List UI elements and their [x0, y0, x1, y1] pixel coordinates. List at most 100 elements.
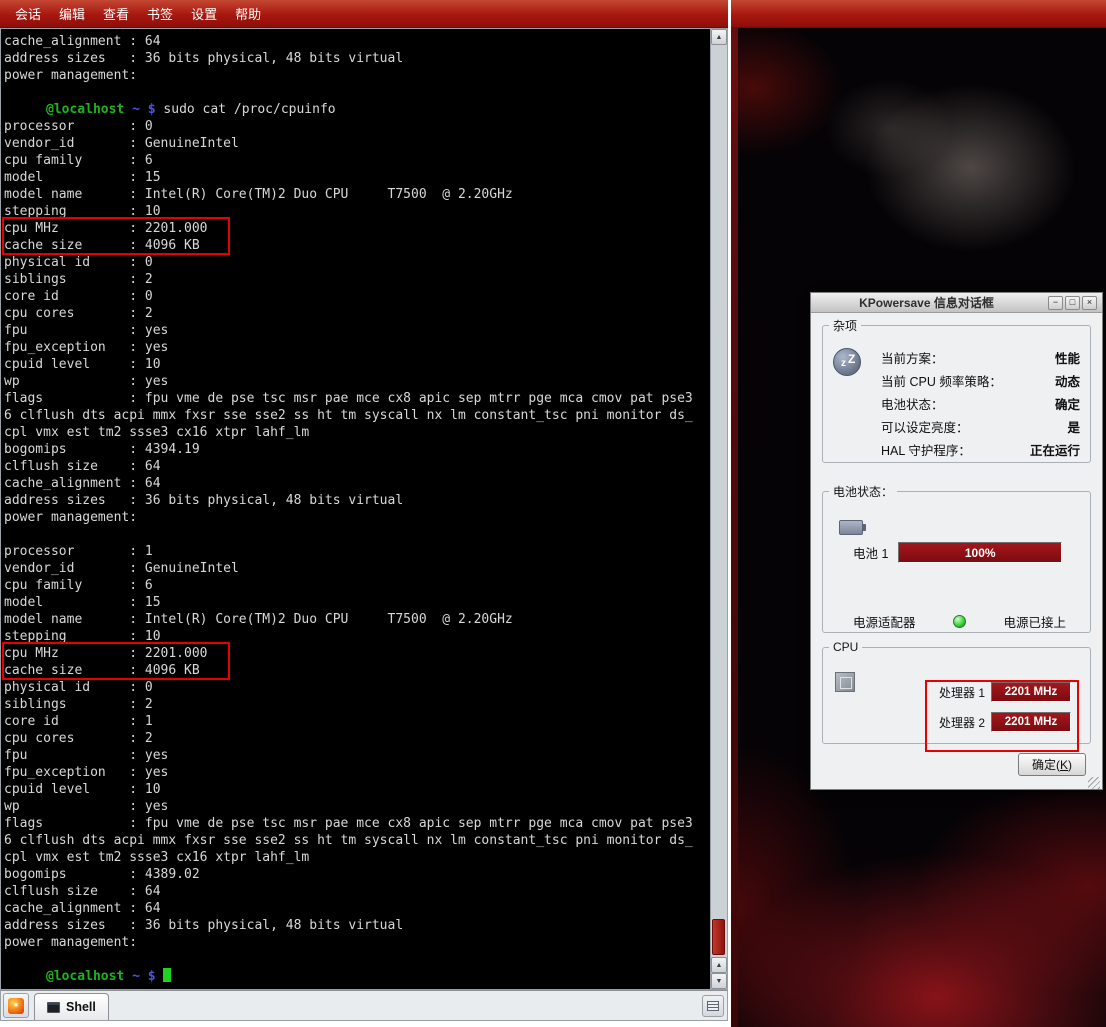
ok-button[interactable]: 确定(K) — [1018, 753, 1086, 776]
menu-item-5[interactable]: 设置 — [182, 4, 226, 23]
terminal-line: cache_alignment : 64 — [4, 475, 710, 492]
cpu-frequency-bar: 2201 MHz — [991, 712, 1071, 732]
terminal-line: flags : fpu vme de pse tsc msr pae mce c… — [4, 815, 710, 832]
terminal-line — [4, 951, 710, 968]
cpu-row-1: 处理器 12201 MHz — [939, 682, 1071, 702]
info-label: 当前方案： — [881, 348, 944, 367]
terminal-line: siblings : 2 — [4, 696, 710, 713]
menu-item-4[interactable]: 书签 — [138, 4, 182, 23]
censored-username — [4, 970, 46, 983]
battery-group-title: 电池状态： — [829, 483, 897, 500]
info-row: HAL 守护程序： 正在运行 — [881, 438, 1080, 461]
terminal-output[interactable]: cache_alignment : 64address sizes : 36 b… — [1, 29, 710, 989]
suspend-icon: zZ — [833, 348, 861, 376]
terminal-line: cpl vmx est tm2 ssse3 cx16 xtpr lahf_lm — [4, 849, 710, 866]
info-value: 动态 — [1055, 371, 1080, 390]
terminal-line: cache size : 4096 KB — [4, 237, 710, 254]
adapter-status: 电源已接上 — [1003, 612, 1066, 631]
terminal-line: 6 clflush dts acpi mmx fxsr sse sse2 ss … — [4, 832, 710, 849]
misc-group-title: 杂项 — [829, 317, 861, 334]
scrollbar-up-button[interactable]: ▲ — [711, 29, 727, 45]
video-titlebar[interactable] — [731, 0, 1106, 28]
cpu-row-2: 处理器 22201 MHz — [939, 712, 1071, 732]
info-label: 电池状态： — [881, 394, 944, 413]
terminal-line: fpu_exception : yes — [4, 339, 710, 356]
terminal-line: cache_alignment : 64 — [4, 33, 710, 50]
terminal-line: model : 15 — [4, 169, 710, 186]
cpu-frequency-value: 2201 MHz — [992, 683, 1070, 701]
menu-item-6[interactable]: 帮助 — [226, 4, 270, 23]
terminal-line: vendor_id : GenuineIntel — [4, 560, 710, 577]
menu-item-1[interactable]: 会话 — [6, 4, 50, 23]
scrollbar-up-button-bottom[interactable]: ▲ — [711, 957, 727, 973]
terminal-line: vendor_id : GenuineIntel — [4, 135, 710, 152]
terminal-line: cpu MHz : 2201.000 — [4, 645, 710, 662]
menu-item-2[interactable]: 编辑 — [50, 4, 94, 23]
info-value: 性能 — [1055, 348, 1080, 367]
adapter-row: 电源适配器 电源已接上 — [853, 612, 1066, 631]
terminal-line: address sizes : 36 bits physical, 48 bit… — [4, 50, 710, 67]
terminal-line: siblings : 2 — [4, 271, 710, 288]
new-session-button[interactable]: ✶ — [3, 993, 29, 1018]
terminal-line: stepping : 10 — [4, 203, 710, 220]
dialog-titlebar[interactable]: KPowersave 信息对话框 − □ × — [811, 293, 1102, 313]
info-row: 可以设定亮度： 是 — [881, 415, 1080, 438]
terminal-line: cpu cores : 2 — [4, 730, 710, 747]
terminal-line: power management: — [4, 934, 710, 951]
info-value: 是 — [1067, 417, 1080, 436]
terminal-line: wp : yes — [4, 798, 710, 815]
terminal-line — [4, 526, 710, 543]
terminal-line: model name : Intel(R) Core(TM)2 Duo CPU … — [4, 611, 710, 628]
kpowersave-dialog: KPowersave 信息对话框 − □ × 杂项 zZ 当前方案： 性能当前 C… — [810, 292, 1103, 790]
maximize-button[interactable]: □ — [1065, 296, 1080, 310]
power-led-icon — [953, 615, 966, 628]
terminal-line: stepping : 10 — [4, 628, 710, 645]
info-value: 正在运行 — [1030, 440, 1080, 459]
tab-shell[interactable]: Shell — [34, 993, 109, 1020]
up-arrow-icon: ▲ — [716, 962, 723, 969]
terminal-line: cpl vmx est tm2 ssse3 cx16 xtpr lahf_lm — [4, 424, 710, 441]
terminal-line: cpuid level : 10 — [4, 781, 710, 798]
session-list-button[interactable] — [702, 995, 724, 1017]
terminal-line: @localhost ~ $ sudo cat /proc/cpuinfo — [4, 101, 710, 118]
terminal-line: power management: — [4, 67, 710, 84]
cpu-label: 处理器 1 — [939, 684, 991, 701]
battery-icon — [839, 520, 863, 535]
censored-username — [4, 103, 46, 116]
terminal-scrollbar[interactable]: ▲ ▲ ▼ — [710, 29, 727, 989]
info-row: 当前方案： 性能 — [881, 346, 1080, 369]
misc-rows: 当前方案： 性能当前 CPU 频率策略：动态电池状态： 确定可以设定亮度： 是 HAL … — [881, 346, 1080, 461]
minimize-button[interactable]: − — [1048, 296, 1063, 310]
terminal-line: bogomips : 4394.19 — [4, 441, 710, 458]
battery-row: 电池 1 100% — [853, 542, 1062, 563]
info-value: 确定 — [1055, 394, 1080, 413]
resize-grip[interactable] — [1088, 777, 1100, 789]
new-session-icon: ✶ — [8, 998, 24, 1014]
prompt-path: ~ $ — [124, 969, 163, 984]
terminal-line: processor : 0 — [4, 118, 710, 135]
info-label: 可以设定亮度： — [881, 417, 969, 436]
terminal-line: flags : fpu vme de pse tsc msr pae mce c… — [4, 390, 710, 407]
session-list-icon — [707, 1001, 719, 1011]
close-button[interactable]: × — [1082, 296, 1097, 310]
cpu-frequency-value: 2201 MHz — [992, 713, 1070, 731]
scrollbar-thumb[interactable] — [712, 919, 725, 955]
terminal-line: clflush size : 64 — [4, 883, 710, 900]
terminal-line: fpu : yes — [4, 322, 710, 339]
info-row: 当前 CPU 频率策略：动态 — [881, 369, 1080, 392]
terminal-line: cpu family : 6 — [4, 152, 710, 169]
info-row: 电池状态： 确定 — [881, 392, 1080, 415]
prompt-path: ~ $ — [124, 102, 163, 117]
battery-label: 电池 1 — [853, 543, 888, 562]
battery-group: 电池状态： 电池 1 100% 电源适配器 电源已接上 — [822, 483, 1091, 633]
up-arrow-icon: ▲ — [716, 34, 723, 41]
battery-progressbar: 100% — [898, 542, 1062, 563]
dialog-body: 杂项 zZ 当前方案： 性能当前 CPU 频率策略：动态电池状态： 确定可以设定亮度… — [811, 313, 1102, 791]
prompt-command: sudo cat /proc/cpuinfo — [163, 102, 335, 117]
terminal-line: 6 clflush dts acpi mmx fxsr sse sse2 ss … — [4, 407, 710, 424]
menu-item-3[interactable]: 查看 — [94, 4, 138, 23]
maximize-icon: □ — [1070, 298, 1075, 307]
info-label: HAL 守护程序： — [881, 440, 971, 459]
terminal-line: fpu_exception : yes — [4, 764, 710, 781]
scrollbar-down-button[interactable]: ▼ — [711, 973, 727, 989]
